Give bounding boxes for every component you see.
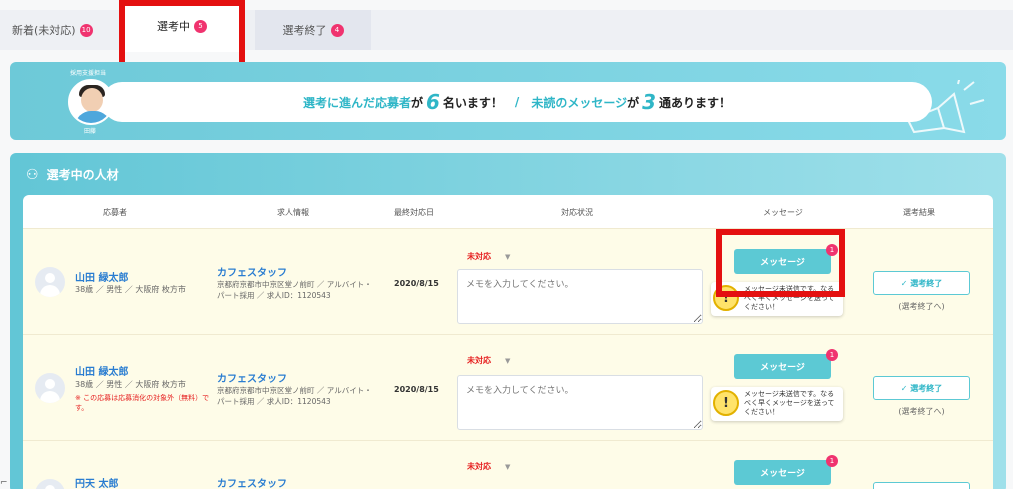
message-count-badge: 1 xyxy=(826,349,838,361)
assignee-role-label: 採用支援担当 xyxy=(70,70,107,77)
megaphone-icon xyxy=(906,80,985,134)
section-title: ⚇ 選考中の人材 xyxy=(26,166,119,183)
status-value: 未対応 xyxy=(467,252,491,261)
end-selection-sub: (選考終了へ) xyxy=(898,407,945,416)
edge-marker-icon: ⌐ xyxy=(0,478,8,488)
section-title-text: 選考中の人材 xyxy=(46,168,119,182)
memo-field[interactable] xyxy=(457,375,703,430)
tab-count-badge: 4 xyxy=(330,23,344,37)
applicant-name-link[interactable]: 山田 緑太郎 xyxy=(75,269,128,284)
job-meta: 京都府京都市中京区堂ノ前町 ／ アルバイト・パート採用 ／ 求人ID：11205… xyxy=(217,386,372,406)
job-title-link[interactable]: カフェスタッフ xyxy=(217,370,287,385)
header-result: 選考結果 xyxy=(903,208,935,217)
warning-text: メッセージ未送信です。なるべく早くメッセージを送ってください！ xyxy=(744,390,835,416)
message-count-badge: 1 xyxy=(826,455,838,467)
summary-separator: / xyxy=(514,95,520,109)
avatar xyxy=(35,373,65,403)
header-job: 求人情報 xyxy=(277,208,309,217)
applicant-meta: 38歳 ／ 男性 ／ 大阪府 枚方市 xyxy=(75,380,186,389)
avatar xyxy=(35,267,65,297)
summary-text-messages: 通あります！ xyxy=(659,95,732,110)
tab-label: 選考終了 xyxy=(282,24,327,37)
summary-text-unread: 未読のメッセージ xyxy=(531,95,628,110)
header-message: メッセージ xyxy=(763,208,803,217)
header-last-date: 最終対応日 xyxy=(394,208,434,217)
status-dropdown[interactable]: 未対応 ▼ xyxy=(467,355,510,366)
table-row: 円天 太郎 カフェスタッフ 未対応 ▼ メッセージ 1 xyxy=(23,440,993,489)
last-date: 2020/8/15 xyxy=(394,385,439,394)
summary-text-people: 名います！ xyxy=(442,95,503,110)
summary-particle: が xyxy=(410,95,423,110)
chevron-down-icon: ▼ xyxy=(505,357,511,365)
end-selection-button[interactable]: ✓ 選考終了 xyxy=(873,376,970,400)
job-title-link[interactable]: カフェスタッフ xyxy=(217,475,287,489)
job-meta: 京都府京都市中京区堂ノ前町 ／ アルバイト・パート採用 ／ 求人ID：11205… xyxy=(217,280,372,300)
app-root: 新着(未対応) 10 選考終了 4 選考中 5 採用支援担当 選考に進んだ応募者… xyxy=(0,0,1013,489)
status-value: 未対応 xyxy=(467,356,491,365)
people-icon: ⚇ xyxy=(26,166,39,183)
last-date: 2020/8/15 xyxy=(394,279,439,288)
unsent-warning: ! メッセージ未送信です。なるべく早くメッセージを送ってください！ xyxy=(711,387,843,421)
summary-message: 選考に進んだ応募者 が 6 名います！ / 未読のメッセージ が 3 通あります… xyxy=(102,82,932,122)
tab-count-badge: 10 xyxy=(79,23,93,37)
header-applicant: 応募者 xyxy=(103,208,127,217)
chevron-down-icon: ▼ xyxy=(505,253,511,261)
highlight-box-message xyxy=(716,229,845,297)
end-selection-button[interactable]: ✓ 選考終了 xyxy=(873,271,970,295)
job-title-link[interactable]: カフェスタッフ xyxy=(217,264,287,279)
applicant-count: 6 xyxy=(425,90,440,114)
message-button[interactable]: メッセージ xyxy=(734,460,831,485)
highlight-box-tab xyxy=(119,0,245,69)
applicant-meta: 38歳 ／ 男性 ／ 大阪府 枚方市 xyxy=(75,285,186,294)
applicant-name-link[interactable]: 山田 緑太郎 xyxy=(75,363,128,378)
assignee-name: 田藤 xyxy=(84,128,97,135)
status-dropdown[interactable]: 未対応 ▼ xyxy=(467,251,510,262)
warning-icon: ! xyxy=(713,390,739,416)
status-dropdown[interactable]: 未対応 ▼ xyxy=(467,461,510,472)
memo-field[interactable] xyxy=(457,269,703,324)
table-row: 山田 緑太郎 38歳 ／ 男性 ／ 大阪府 枚方市 ※ この応募は応募消化の対象… xyxy=(23,334,993,440)
assignee-avatar xyxy=(68,79,114,125)
header-status: 対応状況 xyxy=(561,208,593,217)
summary-text-applicants: 選考に進んだ応募者 xyxy=(302,95,411,110)
summary-particle: が xyxy=(627,95,640,110)
chevron-down-icon: ▼ xyxy=(505,463,511,471)
end-selection-sub: (選考終了へ) xyxy=(898,302,945,311)
table-row: 山田 緑太郎 38歳 ／ 男性 ／ 大阪府 枚方市 カフェスタッフ 京都府京都市… xyxy=(23,228,993,334)
status-value: 未対応 xyxy=(467,462,491,471)
end-selection-button[interactable] xyxy=(873,482,970,489)
tab-selection-ended[interactable]: 選考終了 4 xyxy=(255,10,371,50)
tab-label: 新着(未対応) xyxy=(12,24,76,37)
table-header: 応募者 求人情報 最終対応日 対応状況 メッセージ 選考結果 xyxy=(23,203,993,223)
message-button[interactable]: メッセージ xyxy=(734,354,831,379)
tab-new-unhandled[interactable]: 新着(未対応) 10 xyxy=(12,10,93,50)
avatar xyxy=(35,479,65,489)
free-applicant-note: ※ この応募は応募消化の対象外（無料）です。 xyxy=(75,394,210,412)
applicant-name-link[interactable]: 円天 太郎 xyxy=(75,475,118,489)
unread-count: 3 xyxy=(642,90,657,114)
